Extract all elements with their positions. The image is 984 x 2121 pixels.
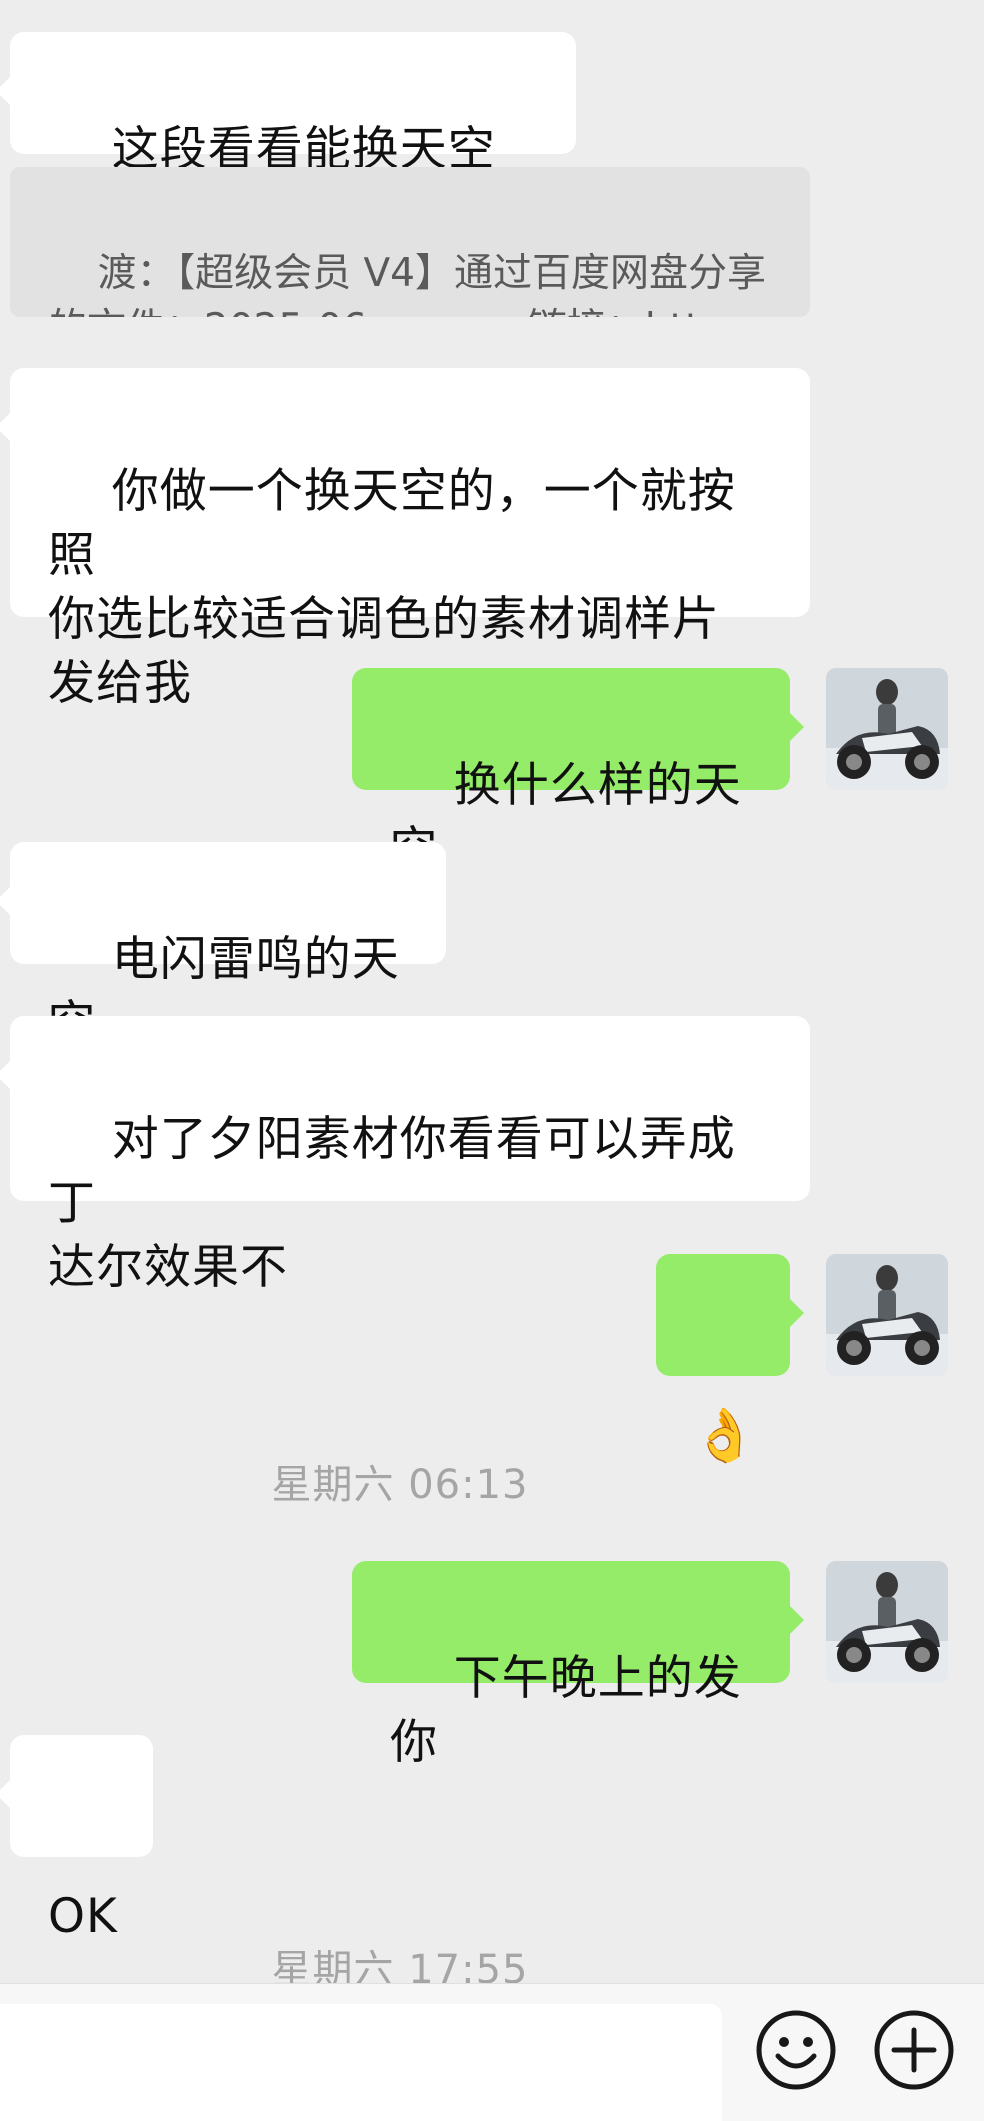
- message-bubble-incoming[interactable]: 对了夕阳素材你看看可以弄成丁 达尔效果不: [0, 1016, 810, 1295]
- message-bubble-outgoing[interactable]: 下午晚上的发你: [352, 1561, 804, 1770]
- motorcycle-rider-avatar-icon: [826, 1254, 948, 1376]
- quoted-file-share-message[interactable]: 渡：【超级会员 V4】通过百度网盘分享 的文件：2025-06-....mov …: [10, 167, 810, 317]
- chat-message-list[interactable]: 这段看看能换天空不? 渡：【超级会员 V4】通过百度网盘分享 的文件：2025-…: [0, 0, 984, 1993]
- emoji-button[interactable]: [754, 2008, 838, 2092]
- message-text: OK: [48, 1889, 118, 1944]
- avatar[interactable]: [826, 1254, 948, 1376]
- timestamp: 星期六 06:13: [271, 1462, 529, 1508]
- message-bubble-outgoing[interactable]: 换什么样的天空: [352, 668, 804, 877]
- motorcycle-rider-avatar-icon: [826, 1561, 948, 1683]
- smiley-icon: [756, 2010, 836, 2090]
- message-bubble-outgoing[interactable]: 👌: [656, 1254, 804, 1466]
- message-text: 下午晚上的发你: [390, 1651, 742, 1770]
- message-bubble-incoming[interactable]: 这段看看能换天空不?: [0, 32, 576, 241]
- message-bubble-incoming[interactable]: OK: [0, 1735, 153, 1944]
- input-bar: [0, 1983, 984, 2121]
- quoted-text: 渡：【超级会员 V4】通过百度网盘分享 的文件：2025-06-....mov …: [48, 251, 766, 317]
- avatar[interactable]: [826, 668, 948, 790]
- avatar[interactable]: [826, 1561, 948, 1683]
- plus-icon: [874, 2010, 954, 2090]
- more-button[interactable]: [872, 2008, 956, 2092]
- motorcycle-rider-avatar-icon: [826, 668, 948, 790]
- message-bubble-incoming[interactable]: 电闪雷鸣的天空: [0, 842, 446, 1051]
- message-input[interactable]: [0, 2004, 722, 2121]
- message-bubble-incoming[interactable]: 你做一个换天空的，一个就按照 你选比较适合调色的素材调样片 发给我: [0, 368, 810, 711]
- message-text: 对了夕阳素材你看看可以弄成丁 达尔效果不: [48, 1112, 736, 1295]
